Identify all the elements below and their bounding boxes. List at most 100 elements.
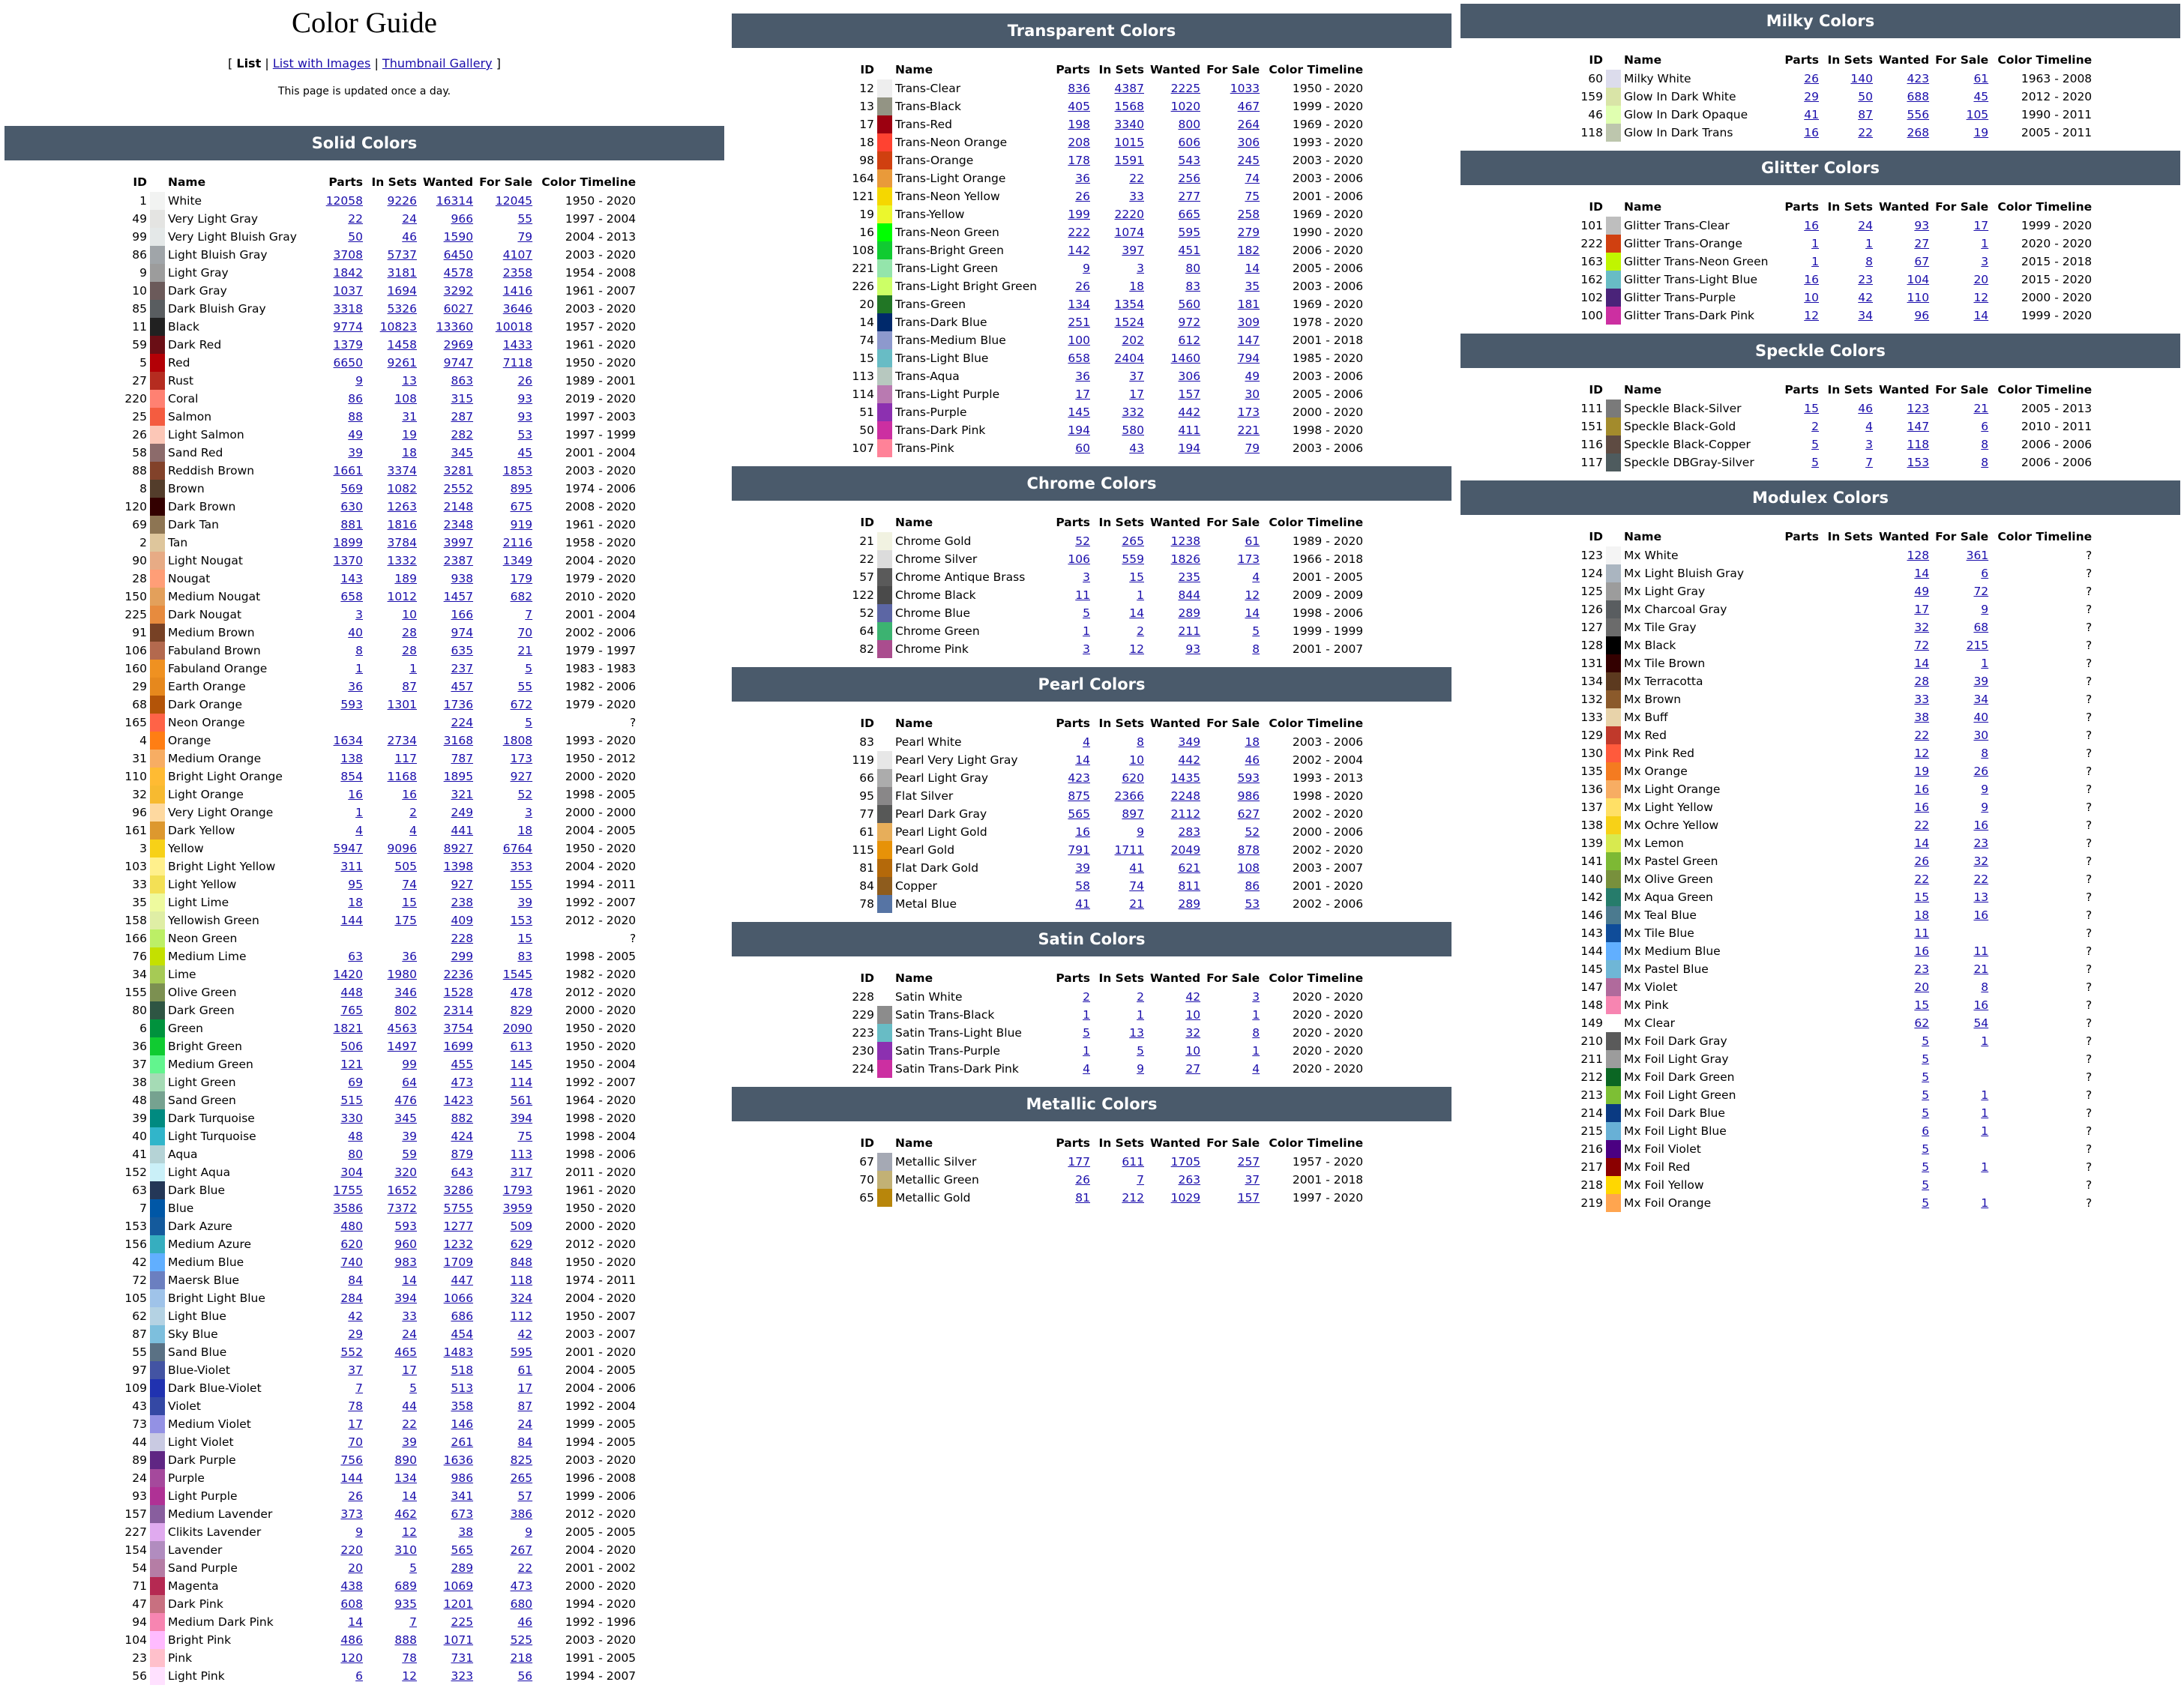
parts-count-link[interactable]: 10	[1804, 291, 1819, 304]
wanted-count-link[interactable]: 14	[1914, 837, 1929, 850]
for-sale-count-link[interactable]: 467	[1238, 100, 1260, 113]
in-sets-count-link[interactable]: 17	[402, 1363, 417, 1377]
for-sale-count-link[interactable]: 265	[511, 1471, 533, 1485]
for-sale-count-link[interactable]: 3	[1252, 990, 1260, 1004]
wanted-count-link[interactable]: 256	[1178, 172, 1200, 185]
wanted-count-link[interactable]: 1699	[444, 1040, 473, 1053]
for-sale-count-link[interactable]: 15	[517, 932, 532, 945]
for-sale-count-link[interactable]: 257	[1238, 1155, 1260, 1169]
in-sets-count-link[interactable]: 43	[1129, 441, 1144, 455]
for-sale-count-link[interactable]: 10018	[496, 320, 532, 334]
in-sets-count-link[interactable]: 87	[402, 680, 417, 693]
in-sets-count-link[interactable]: 39	[402, 1130, 417, 1143]
for-sale-count-link[interactable]: 61	[1973, 72, 1988, 85]
in-sets-count-link[interactable]: 74	[402, 878, 417, 891]
wanted-count-link[interactable]: 1826	[1171, 552, 1200, 566]
wanted-count-link[interactable]: 211	[1178, 624, 1200, 638]
parts-count-link[interactable]: 60	[1075, 441, 1090, 455]
parts-count-link[interactable]: 16	[1804, 126, 1819, 139]
in-sets-count-link[interactable]: 134	[394, 1471, 417, 1485]
wanted-count-link[interactable]: 1066	[444, 1291, 473, 1305]
in-sets-count-link[interactable]: 465	[394, 1345, 417, 1359]
for-sale-count-link[interactable]: 84	[517, 1435, 532, 1449]
for-sale-count-link[interactable]: 153	[511, 914, 533, 927]
parts-count-link[interactable]: 4	[1083, 1062, 1090, 1076]
wanted-count-link[interactable]: 1636	[444, 1453, 473, 1467]
in-sets-count-link[interactable]: 2366	[1115, 789, 1144, 803]
wanted-count-link[interactable]: 5	[1922, 1142, 1929, 1156]
wanted-count-link[interactable]: 5	[1922, 1106, 1929, 1120]
for-sale-count-link[interactable]: 49	[1245, 370, 1260, 383]
wanted-count-link[interactable]: 23	[1914, 962, 1929, 976]
in-sets-count-link[interactable]: 21	[1129, 897, 1144, 911]
wanted-count-link[interactable]: 2112	[1171, 807, 1200, 821]
in-sets-count-link[interactable]: 12	[1129, 642, 1144, 656]
wanted-count-link[interactable]: 10	[1185, 1044, 1200, 1058]
wanted-count-link[interactable]: 6027	[444, 302, 473, 316]
for-sale-count-link[interactable]: 1	[1252, 1044, 1260, 1058]
wanted-count-link[interactable]: 409	[451, 914, 473, 927]
parts-count-link[interactable]: 552	[340, 1345, 363, 1359]
wanted-count-link[interactable]: 423	[1907, 72, 1929, 85]
wanted-count-link[interactable]: 17	[1914, 603, 1929, 616]
wanted-count-link[interactable]: 5	[1922, 1178, 1929, 1192]
wanted-count-link[interactable]: 1232	[444, 1238, 473, 1251]
wanted-count-link[interactable]: 635	[451, 644, 473, 657]
for-sale-count-link[interactable]: 3646	[503, 302, 532, 316]
parts-count-link[interactable]: 1	[355, 806, 363, 819]
parts-count-link[interactable]: 138	[340, 752, 363, 765]
in-sets-count-link[interactable]: 1168	[388, 770, 417, 783]
for-sale-count-link[interactable]: 145	[511, 1058, 533, 1071]
in-sets-count-link[interactable]: 689	[394, 1579, 417, 1593]
for-sale-count-link[interactable]: 4	[1252, 1062, 1260, 1076]
wanted-count-link[interactable]: 277	[1178, 190, 1200, 203]
parts-count-link[interactable]: 311	[340, 860, 363, 873]
in-sets-count-link[interactable]: 28	[402, 644, 417, 657]
in-sets-count-link[interactable]: 2	[409, 806, 417, 819]
for-sale-count-link[interactable]: 561	[511, 1094, 533, 1107]
for-sale-count-link[interactable]: 264	[1238, 118, 1260, 131]
wanted-count-link[interactable]: 972	[1178, 316, 1200, 329]
for-sale-count-link[interactable]: 1	[1252, 1008, 1260, 1022]
wanted-count-link[interactable]: 986	[451, 1471, 473, 1485]
wanted-count-link[interactable]: 225	[451, 1615, 473, 1629]
wanted-count-link[interactable]: 1705	[1171, 1155, 1200, 1169]
wanted-count-link[interactable]: 283	[1178, 825, 1200, 839]
parts-count-link[interactable]: 4	[1083, 735, 1090, 749]
wanted-count-link[interactable]: 518	[451, 1363, 473, 1377]
in-sets-count-link[interactable]: 22	[402, 1417, 417, 1431]
parts-count-link[interactable]: 26	[1804, 72, 1819, 85]
parts-count-link[interactable]: 1420	[334, 968, 363, 981]
for-sale-count-link[interactable]: 8	[1981, 980, 1988, 994]
in-sets-count-link[interactable]: 8	[1865, 255, 1873, 268]
for-sale-count-link[interactable]: 245	[1238, 154, 1260, 167]
in-sets-count-link[interactable]: 10	[1129, 753, 1144, 767]
for-sale-count-link[interactable]: 26	[1973, 765, 1988, 778]
parts-count-link[interactable]: 220	[340, 1543, 363, 1557]
parts-count-link[interactable]: 658	[1068, 352, 1090, 365]
for-sale-count-link[interactable]: 79	[517, 230, 532, 244]
for-sale-count-link[interactable]: 8	[1981, 456, 1988, 469]
for-sale-count-link[interactable]: 13	[1973, 890, 1988, 904]
parts-count-link[interactable]: 480	[340, 1220, 363, 1233]
for-sale-count-link[interactable]: 12045	[496, 194, 532, 208]
wanted-count-link[interactable]: 424	[451, 1130, 473, 1143]
parts-count-link[interactable]: 1842	[334, 266, 363, 280]
for-sale-count-link[interactable]: 595	[511, 1345, 533, 1359]
for-sale-count-link[interactable]: 5	[1252, 624, 1260, 638]
for-sale-count-link[interactable]: 919	[511, 518, 533, 531]
in-sets-count-link[interactable]: 4	[409, 824, 417, 837]
wanted-count-link[interactable]: 451	[1178, 244, 1200, 257]
wanted-count-link[interactable]: 2387	[444, 554, 473, 567]
for-sale-count-link[interactable]: 181	[1238, 298, 1260, 311]
for-sale-count-link[interactable]: 218	[511, 1651, 533, 1665]
for-sale-count-link[interactable]: 21	[1973, 962, 1988, 976]
for-sale-count-link[interactable]: 825	[511, 1453, 533, 1467]
parts-count-link[interactable]: 145	[1068, 406, 1090, 419]
wanted-count-link[interactable]: 22	[1914, 872, 1929, 886]
for-sale-count-link[interactable]: 353	[511, 860, 533, 873]
parts-count-link[interactable]: 39	[1075, 861, 1090, 875]
parts-count-link[interactable]: 6	[355, 1669, 363, 1683]
parts-count-link[interactable]: 765	[340, 1004, 363, 1017]
wanted-count-link[interactable]: 1590	[444, 230, 473, 244]
